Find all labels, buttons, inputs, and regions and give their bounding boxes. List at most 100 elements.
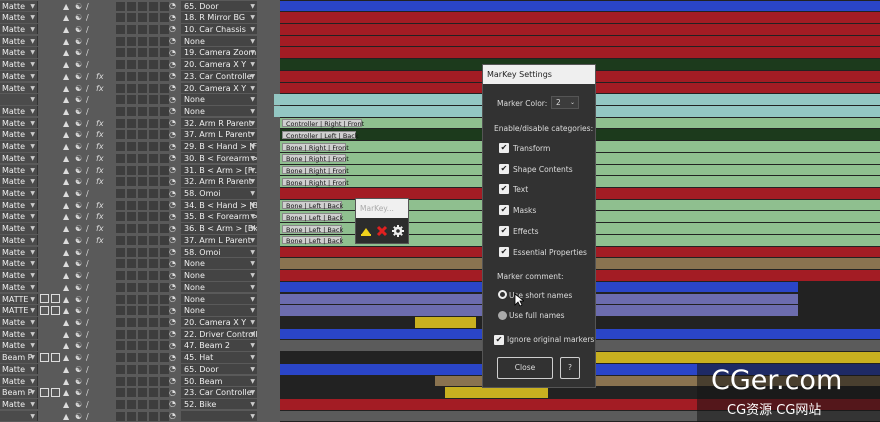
collapse-icon[interactable]: ☯	[75, 376, 82, 388]
collapse-icon[interactable]: ☯	[75, 282, 82, 294]
collapse-icon[interactable]: ☯	[75, 411, 82, 422]
shy-icon[interactable]: ▲	[63, 364, 69, 376]
layer-row[interactable]: Matte▼▲☯∕fx◔29. B < Hand > [Fr.R▼	[0, 141, 280, 153]
parent-select[interactable]: 23. Car Controller ▼	[181, 387, 257, 398]
shy-icon[interactable]: ▲	[63, 294, 69, 306]
layer-marker[interactable]: Bone | Left | Back	[282, 224, 343, 234]
layer-row[interactable]: Matte ▼ ▲ ☯ ∕ ◔ 52. Bike ▼	[0, 398, 280, 410]
track-matte-select[interactable]: Matte ▼	[0, 398, 38, 410]
layer-row[interactable]: Matte ▼ ▲ ☯ ∕ fx ◔ 32. Arm R Parent ▼	[0, 117, 280, 129]
track-matte-select[interactable]: Matte ▼	[0, 188, 38, 199]
layer-row[interactable]: Beam P ▼ ▲ ☯ ∕ ◔ 23. Car Controller ▼	[0, 387, 280, 399]
shy-icon[interactable]: ▲	[63, 270, 69, 282]
category-checkbox[interactable]: ✔	[499, 184, 509, 195]
collapse-icon[interactable]: ☯	[75, 223, 82, 235]
parent-pickwhip-icon[interactable]: ◔	[169, 387, 177, 399]
track-matte-select[interactable]: ▼	[0, 410, 38, 422]
quality-icon[interactable]: ∕	[86, 235, 89, 247]
track-matte-select[interactable]: Matte ▼	[0, 176, 38, 187]
parent-pickwhip-icon[interactable]: ◔	[169, 152, 177, 164]
parent-select[interactable]: 32. Arm R Parent ▼	[181, 176, 257, 187]
parent-pickwhip-icon[interactable]: ◔	[169, 328, 177, 340]
layer-row[interactable]: Matte ▼ ▲ ☯ ∕ ◔ 10. Car Chassis ▼	[0, 23, 280, 35]
quality-icon[interactable]: ∕	[86, 305, 89, 317]
marker-color-select[interactable]: 2 ⌄	[551, 96, 579, 109]
add-marker-icon[interactable]	[360, 225, 372, 237]
shy-icon[interactable]: ▲	[63, 329, 69, 341]
parent-select[interactable]: 45. Hat ▼	[181, 352, 257, 363]
delete-markers-icon[interactable]	[376, 225, 388, 237]
collapse-icon[interactable]: ☯	[75, 24, 82, 36]
parent-pickwhip-icon[interactable]: ◔	[169, 105, 177, 117]
layer-row[interactable]: Matte ▼ ▲ ☯ ∕ ◔ 20. Camera X Y ▼	[0, 59, 280, 71]
track-matte-select[interactable]: Matte ▼	[0, 23, 38, 35]
layer-row[interactable]: Matte ▼ ▲ ☯ ∕ ◔ 18. R Mirror BG ▼	[0, 12, 280, 24]
collapse-icon[interactable]: ☯	[75, 36, 82, 48]
parent-pickwhip-icon[interactable]: ◔	[169, 410, 177, 422]
shy-icon[interactable]: ▲	[63, 36, 69, 48]
parent-pickwhip-icon[interactable]: ◔	[169, 211, 177, 223]
lock-switch-icon[interactable]	[51, 352, 60, 362]
collapse-icon[interactable]: ☯	[75, 1, 82, 13]
layer-row[interactable]: Matte ▼ ▲ ☯ ∕ fx ◔ 32. Arm R Parent ▼	[0, 176, 280, 188]
parent-pickwhip-icon[interactable]: ◔	[169, 293, 177, 305]
quality-icon[interactable]: ∕	[86, 106, 89, 118]
parent-select[interactable]: 32. Arm R Parent ▼	[181, 117, 257, 129]
collapse-icon[interactable]: ☯	[75, 258, 82, 270]
fx-icon[interactable]: fx	[96, 141, 104, 153]
quality-icon[interactable]: ∕	[86, 118, 89, 130]
quality-icon[interactable]: ∕	[86, 165, 89, 177]
layer-row[interactable]: Matte ▼ ▲ ☯ ∕ ◔ 58. Omoi ▼	[0, 246, 280, 258]
fx-icon[interactable]: fx	[96, 165, 104, 177]
parent-select[interactable]: 10. Car Chassis ▼	[181, 23, 257, 35]
collapse-icon[interactable]: ☯	[75, 106, 82, 118]
track-matte-select[interactable]: Matte ▼	[0, 363, 38, 375]
layer-bar[interactable]	[415, 316, 476, 328]
quality-icon[interactable]: ∕	[86, 141, 89, 153]
track-matte-select[interactable]: Matte ▼	[0, 246, 38, 258]
solo-switch-icon[interactable]	[40, 294, 49, 303]
track-matte-select[interactable]: Matte ▼	[0, 281, 38, 293]
collapse-icon[interactable]: ☯	[75, 59, 82, 71]
layer-row[interactable]: Matte ▼ ▲ ☯ ∕ fx ◔ 31. B < Arm > [Fr.R ▼	[0, 164, 280, 176]
layer-row[interactable]: Matte ▼ ▲ ☯ ∕ fx ◔ 37. Arm L Parent ▼	[0, 234, 280, 246]
fx-icon[interactable]: fx	[96, 223, 104, 235]
layer-row[interactable]: Matte ▼ ▲ ☯ ∕ fx ◔ 30. B < Forearm > [▼	[0, 152, 280, 164]
collapse-icon[interactable]: ☯	[75, 47, 82, 59]
quality-icon[interactable]: ∕	[86, 12, 89, 24]
shy-icon[interactable]: ▲	[63, 223, 69, 235]
parent-pickwhip-icon[interactable]: ◔	[169, 188, 177, 200]
collapse-icon[interactable]: ☯	[75, 153, 82, 165]
quality-icon[interactable]: ∕	[86, 340, 89, 352]
collapse-icon[interactable]: ☯	[75, 118, 82, 130]
parent-select[interactable]: 37. Arm L Parent ▼	[181, 234, 257, 246]
parent-pickwhip-icon[interactable]: ◔	[169, 305, 177, 317]
collapse-icon[interactable]: ☯	[75, 399, 82, 411]
parent-pickwhip-icon[interactable]: ◔	[169, 258, 177, 270]
shy-icon[interactable]: ▲	[63, 387, 69, 399]
collapse-icon[interactable]: ☯	[75, 176, 82, 188]
layer-bar[interactable]	[280, 23, 880, 35]
track-matte-select[interactable]: Matte ▼	[0, 0, 38, 11]
layer-row[interactable]: Matte ▼ ▲ ☯ ∕ ◔ 47. Beam 2 ▼	[0, 340, 280, 352]
shy-icon[interactable]: ▲	[63, 47, 69, 59]
parent-select[interactable]: 52. Bike ▼	[181, 398, 257, 410]
track-matte-select[interactable]: Matte ▼	[0, 82, 38, 94]
fx-icon[interactable]: fx	[96, 235, 104, 247]
shy-icon[interactable]: ▲	[63, 352, 69, 364]
parent-select[interactable]: 29. B < Hand > [Fr.R▼	[181, 141, 257, 152]
track-matte-select[interactable]: Matte ▼	[0, 375, 38, 387]
collapse-icon[interactable]: ☯	[75, 364, 82, 376]
collapse-icon[interactable]: ☯	[75, 317, 82, 329]
lock-switch-icon[interactable]	[51, 387, 60, 397]
track-matte-select[interactable]: ▼	[0, 94, 38, 105]
layer-marker[interactable]: Bone | Left | Back	[282, 201, 343, 210]
shy-icon[interactable]: ▲	[63, 153, 69, 165]
shy-icon[interactable]: ▲	[63, 235, 69, 247]
quality-icon[interactable]: ∕	[86, 83, 89, 95]
parent-pickwhip-icon[interactable]: ◔	[169, 398, 177, 410]
collapse-icon[interactable]: ☯	[75, 305, 82, 317]
shy-icon[interactable]: ▲	[63, 411, 69, 422]
fx-icon[interactable]: fx	[96, 200, 104, 212]
track-matte-select[interactable]: Matte ▼	[0, 152, 38, 164]
